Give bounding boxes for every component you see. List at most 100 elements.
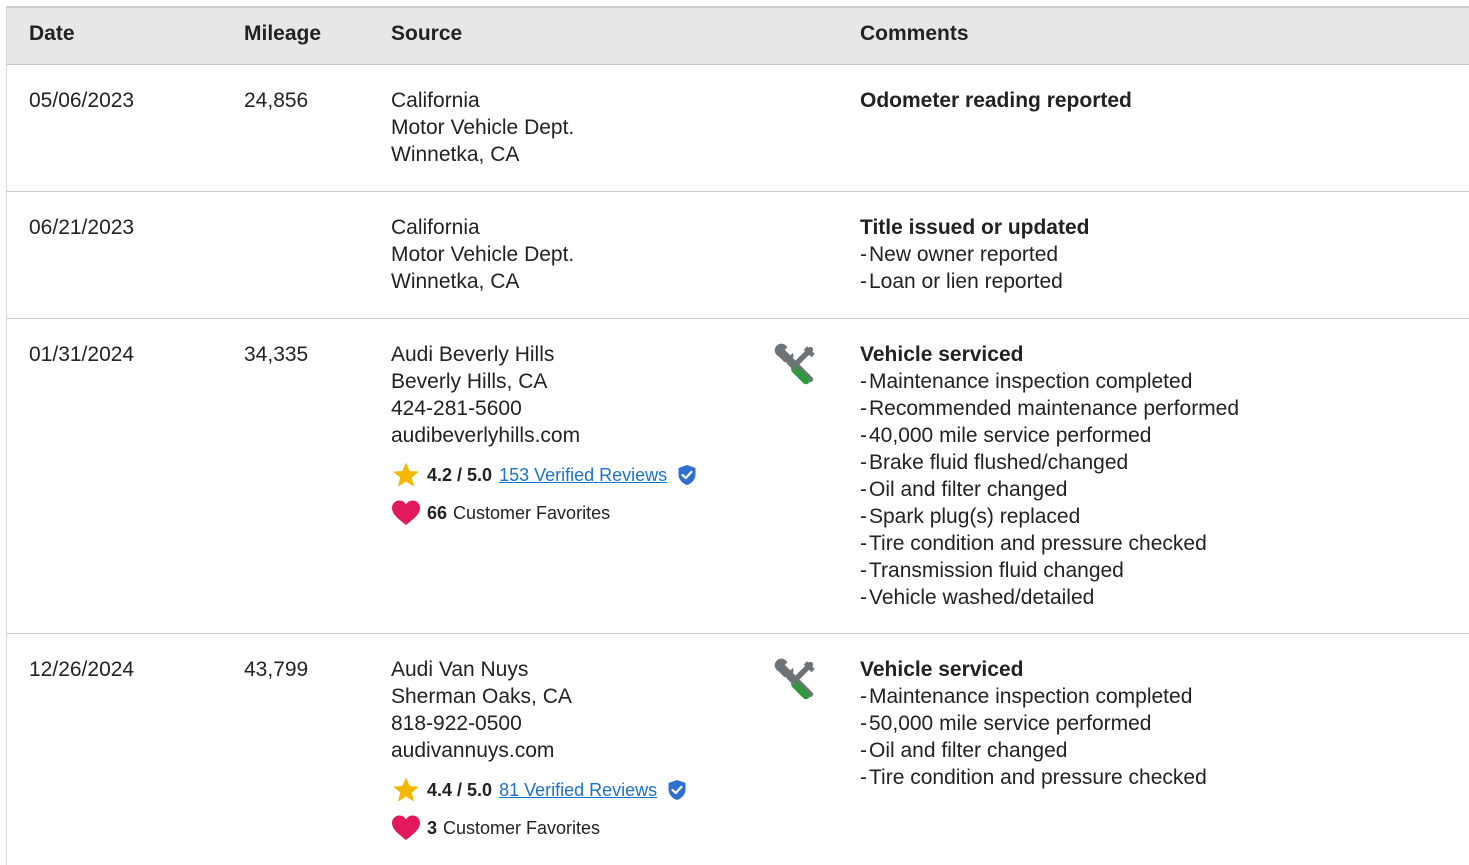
comment-item: -Tire condition and pressure checked bbox=[860, 530, 1239, 557]
row-date: 05/06/2023 bbox=[29, 89, 135, 112]
row-date: 12/26/2024 bbox=[29, 658, 135, 681]
header-source: Source bbox=[391, 22, 463, 45]
comment-dash: - bbox=[860, 243, 867, 266]
comment-item: -Recommended maintenance performed bbox=[860, 395, 1239, 422]
source-line: audibeverlyhills.com bbox=[391, 424, 581, 447]
comment-text: Maintenance inspection completed bbox=[869, 370, 1193, 393]
comment-item: -40,000 mile service performed bbox=[860, 422, 1239, 449]
dealer-rating: 4.4 / 5.0 81 Verified Reviews bbox=[391, 776, 687, 804]
comment-item: -Brake fluid flushed/changed bbox=[860, 449, 1239, 476]
comment-dash: - bbox=[860, 685, 867, 708]
row-mileage: 24,856 bbox=[244, 89, 309, 112]
heart-icon bbox=[392, 500, 420, 525]
comment-item: -Tire condition and pressure checked bbox=[860, 764, 1207, 791]
comment-dash: - bbox=[860, 478, 867, 501]
header-date: Date bbox=[29, 22, 75, 45]
comment-dash: - bbox=[860, 559, 867, 582]
source-line: Audi Beverly Hills bbox=[391, 343, 555, 366]
comment-dash: - bbox=[860, 397, 867, 420]
favorites-count: 3 bbox=[427, 818, 438, 838]
comment-text: 50,000 mile service performed bbox=[869, 712, 1152, 735]
comment-dash: - bbox=[860, 586, 867, 609]
vehicle-history-table: Date Mileage Source Comments 05/06/2023 2… bbox=[6, 6, 1469, 865]
comment-dash: - bbox=[860, 532, 867, 555]
comment-text: Recommended maintenance performed bbox=[869, 397, 1240, 420]
source-line: 424-281-5600 bbox=[391, 397, 522, 420]
row-service-icon bbox=[773, 343, 817, 394]
verified-reviews-link[interactable]: 153 Verified Reviews bbox=[499, 463, 667, 487]
row-comments: Vehicle serviced -Maintenance inspection … bbox=[860, 341, 1239, 611]
source-line: Winnetka, CA bbox=[391, 143, 520, 166]
row-mileage: 43,799 bbox=[244, 658, 309, 681]
comment-text: Tire condition and pressure checked bbox=[869, 766, 1207, 789]
comment-dash: - bbox=[860, 712, 867, 735]
heart-icon bbox=[392, 815, 420, 840]
row-comments: Odometer reading reported bbox=[860, 87, 1132, 114]
row-date: 06/21/2023 bbox=[29, 216, 135, 239]
table-body: 05/06/2023 24,856 California Motor Vehicle … bbox=[7, 65, 1469, 865]
star-icon bbox=[393, 777, 419, 802]
row-comments: Vehicle serviced -Maintenance inspection … bbox=[860, 656, 1207, 791]
source-line: 818-922-0500 bbox=[391, 712, 522, 735]
row-source: California Motor Vehicle Dept. Winnetka, C… bbox=[391, 214, 574, 295]
comment-text: 40,000 mile service performed bbox=[869, 424, 1152, 447]
comment-item: -Vehicle washed/detailed bbox=[860, 584, 1239, 611]
comment-text: New owner reported bbox=[869, 243, 1059, 266]
comment-item: -New owner reported bbox=[860, 241, 1089, 268]
header-comments: Comments bbox=[860, 22, 969, 45]
row-comments: Title issued or updated -New owner report… bbox=[860, 214, 1089, 295]
source-line: California bbox=[391, 89, 480, 112]
source-line: Motor Vehicle Dept. bbox=[391, 243, 575, 266]
rating-value: 4.4 / 5.0 bbox=[427, 780, 493, 800]
row-mileage: 34,335 bbox=[244, 343, 309, 366]
comment-item: -Loan or lien reported bbox=[860, 268, 1089, 295]
comment-text: Tire condition and pressure checked bbox=[869, 532, 1207, 555]
row-date: 01/31/2024 bbox=[29, 343, 135, 366]
comment-item: -Spark plug(s) replaced bbox=[860, 503, 1239, 530]
customer-favorites: 3 Customer Favorites bbox=[391, 814, 687, 842]
customer-favorites: 66 Customer Favorites bbox=[391, 499, 697, 527]
service-tools-icon bbox=[774, 343, 815, 385]
comment-dash: - bbox=[860, 739, 867, 762]
comment-title: Vehicle serviced bbox=[860, 658, 1024, 681]
table-row: 12/26/2024 43,799 Audi Van Nuys Sherman Oak… bbox=[7, 634, 1469, 865]
comment-item: -50,000 mile service performed bbox=[860, 710, 1207, 737]
comment-item: -Maintenance inspection completed bbox=[860, 368, 1239, 395]
comment-text: Transmission fluid changed bbox=[869, 559, 1124, 582]
source-line: Audi Van Nuys bbox=[391, 658, 529, 681]
comment-dash: - bbox=[860, 766, 867, 789]
row-source: California Motor Vehicle Dept. Winnetka, C… bbox=[391, 87, 574, 168]
row-service-icon bbox=[773, 658, 817, 709]
table-row: 06/21/2023 California Motor Vehicle Dept. W… bbox=[7, 192, 1469, 319]
comment-dash: - bbox=[860, 370, 867, 393]
rating-value: 4.2 / 5.0 bbox=[427, 465, 493, 485]
comment-item: -Transmission fluid changed bbox=[860, 557, 1239, 584]
header-mileage: Mileage bbox=[244, 22, 322, 45]
comment-text: Spark plug(s) replaced bbox=[869, 505, 1081, 528]
dealer-rating: 4.2 / 5.0 153 Verified Reviews bbox=[391, 461, 697, 489]
source-line: Sherman Oaks, CA bbox=[391, 685, 572, 708]
comment-text: Vehicle washed/detailed bbox=[869, 586, 1095, 609]
table-row: 01/31/2024 34,335 Audi Beverly Hills Beverl… bbox=[7, 319, 1469, 634]
source-line: Motor Vehicle Dept. bbox=[391, 116, 575, 139]
row-source: Audi Beverly Hills Beverly Hills, CA 424-2… bbox=[391, 341, 697, 527]
service-tools-icon bbox=[774, 658, 815, 700]
comment-text: Oil and filter changed bbox=[869, 739, 1068, 762]
source-line: California bbox=[391, 216, 480, 239]
comment-title: Vehicle serviced bbox=[860, 343, 1024, 366]
verified-shield-icon bbox=[668, 780, 686, 800]
verified-reviews-link[interactable]: 81 Verified Reviews bbox=[499, 778, 657, 802]
favorites-label: Customer Favorites bbox=[453, 503, 611, 523]
comment-dash: - bbox=[860, 270, 867, 293]
table-header: Date Mileage Source Comments bbox=[7, 8, 1469, 65]
comment-title: Odometer reading reported bbox=[860, 89, 1132, 112]
comment-dash: - bbox=[860, 505, 867, 528]
source-line: Beverly Hills, CA bbox=[391, 370, 548, 393]
comment-dash: - bbox=[860, 424, 867, 447]
source-line: audivannuys.com bbox=[391, 739, 555, 762]
source-line: Winnetka, CA bbox=[391, 270, 520, 293]
comment-item: -Oil and filter changed bbox=[860, 476, 1239, 503]
table-row: 05/06/2023 24,856 California Motor Vehicle … bbox=[7, 65, 1469, 192]
comment-item: -Oil and filter changed bbox=[860, 737, 1207, 764]
comment-text: Loan or lien reported bbox=[869, 270, 1063, 293]
